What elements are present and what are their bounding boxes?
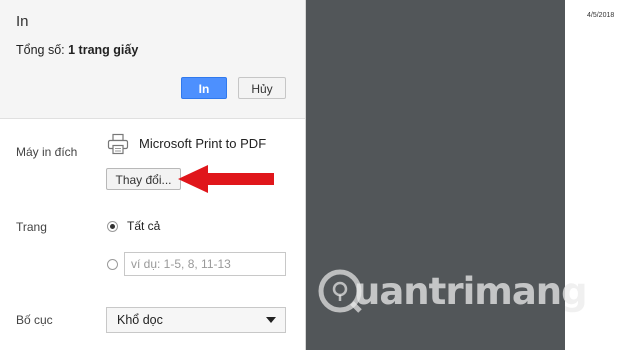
print-header: In Tổng số: 1 trang giấy In Hủy <box>0 0 305 119</box>
pages-all-label: Tất cả <box>127 219 161 233</box>
pages-custom-radio[interactable] <box>107 259 118 270</box>
page-total-label: Tổng số: <box>16 43 65 57</box>
page-total-value: 1 trang giấy <box>68 43 139 57</box>
change-printer-button[interactable]: Thay đổi... <box>106 168 181 190</box>
cancel-button[interactable]: Hủy <box>238 77 286 99</box>
layout-select[interactable]: Khổ dọc <box>106 307 286 333</box>
pages-custom-input[interactable]: ví dụ: 1-5, 8, 11-13 <box>124 252 286 276</box>
layout-label: Bố cục <box>16 313 53 327</box>
dialog-title: In <box>16 13 29 30</box>
print-button[interactable]: In <box>181 77 227 99</box>
printer-icon <box>107 133 129 155</box>
preview-page-date: 4/5/2018 <box>587 12 615 19</box>
pages-all-radio[interactable] <box>107 221 118 232</box>
layout-select-value: Khổ dọc <box>117 313 163 327</box>
page-total: Tổng số: 1 trang giấy <box>16 43 138 57</box>
printer-name: Microsoft Print to PDF <box>139 136 267 151</box>
pages-label: Trang <box>16 220 47 234</box>
red-arrow-icon <box>178 165 274 193</box>
destination-label: Máy in đích <box>16 145 78 159</box>
watermark-text: uantrimang <box>354 270 588 313</box>
chevron-down-icon <box>266 317 276 323</box>
